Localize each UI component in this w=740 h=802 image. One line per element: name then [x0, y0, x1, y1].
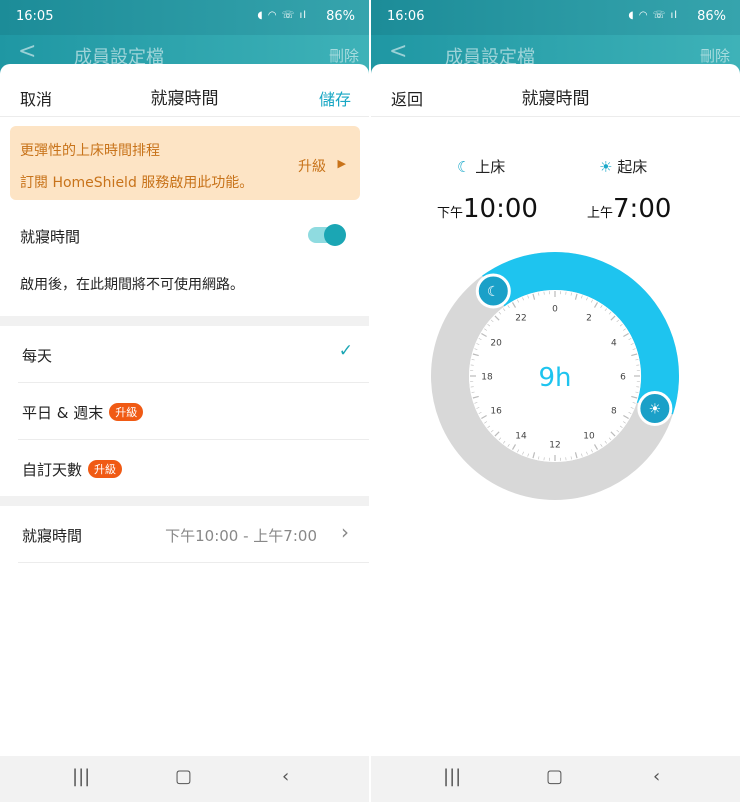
- section-gap: [0, 316, 369, 326]
- upgrade-banner[interactable]: 更彈性的上床時間排程 訂閱 HomeShield 服務啟用此功能。 升級 ▶: [10, 126, 360, 200]
- section-gap: [0, 496, 369, 506]
- wake-time: 上午7:00: [587, 194, 672, 224]
- moon-icon: ☾: [457, 158, 471, 176]
- bedtime-toggle[interactable]: [308, 224, 346, 246]
- status-bar: 16:06 ◖ ◠ ☏ ıl 86%: [371, 0, 740, 35]
- dial-number: 16: [490, 407, 502, 417]
- bed-time: 下午10:00: [437, 194, 538, 224]
- play-arrow-icon: ▶: [337, 157, 346, 170]
- battery-level: 86%: [697, 9, 726, 24]
- recent-apps-button[interactable]: |||: [72, 766, 90, 787]
- home-button[interactable]: ▢: [546, 766, 563, 787]
- bedtime-schedule-row[interactable]: 就寢時間 下午10:00 - 上午7:00 ›: [0, 506, 369, 563]
- option-everyday[interactable]: 每天 ✓: [0, 326, 369, 383]
- dial-number: 20: [490, 339, 502, 349]
- dial-number: 12: [549, 441, 560, 451]
- bedtime-handle[interactable]: ☾: [475, 273, 511, 309]
- dial-number: 0: [552, 305, 558, 315]
- sheet-title: 就寢時間: [521, 89, 590, 109]
- battery-level: 86%: [326, 9, 355, 24]
- right-screen: 16:06 ◖ ◠ ☏ ıl 86% < 成員設定檔 刪除 返回 就寢時間 ☾ …: [371, 0, 740, 802]
- schedule-label: 就寢時間: [22, 527, 83, 545]
- banner-subtitle: 訂閱 HomeShield 服務啟用此功能。: [20, 175, 254, 191]
- dial-number: 18: [481, 373, 493, 383]
- bedtime-description: 啟用後，在此期間將不可使用網路。: [20, 277, 244, 293]
- option-label: 平日 & 週末 升級: [22, 402, 144, 423]
- wake-handle[interactable]: ☀: [637, 390, 673, 426]
- option-custom-days[interactable]: 自訂天數 升級: [0, 440, 369, 497]
- banner-upgrade-label[interactable]: 升級: [298, 156, 326, 176]
- sunrise-icon: ☀: [599, 158, 613, 176]
- option-label: 每天: [22, 347, 53, 365]
- dial-number: 14: [515, 431, 527, 441]
- schedule-value: 下午10:00 - 上午7:00: [165, 527, 317, 545]
- back-button[interactable]: ‹: [653, 766, 660, 787]
- bed-label: ☾ 上床: [457, 158, 506, 176]
- dial-number: 8: [611, 407, 617, 417]
- system-nav-bar: ||| ▢ ‹: [0, 756, 369, 802]
- back-button[interactable]: ‹: [282, 766, 289, 787]
- dial-number: 22: [515, 314, 526, 324]
- sun-icon: ☀: [649, 401, 662, 417]
- bedtime-sheet: 取消 就寢時間 儲存 更彈性的上床時間排程 訂閱 HomeShield 服務啟用…: [0, 64, 369, 756]
- option-label: 自訂天數 升級: [22, 459, 123, 480]
- left-screen: 16:05 ◖ ◠ ☏ ıl 86% < 成員設定檔 刪除 取消 就寢時間 儲存…: [0, 0, 369, 802]
- delete-button[interactable]: 刪除: [700, 45, 730, 66]
- dial-number: 6: [620, 373, 626, 383]
- chevron-right-icon: ›: [341, 520, 349, 544]
- dial-number: 2: [586, 314, 592, 324]
- upgrade-badge: 升級: [88, 460, 123, 478]
- home-button[interactable]: ▢: [175, 766, 192, 787]
- bedtime-toggle-label: 就寢時間: [20, 228, 81, 246]
- recent-apps-button[interactable]: |||: [443, 766, 461, 787]
- status-icons: ◖ ◠ ☏ ıl: [257, 10, 307, 21]
- moon-icon: ☾: [487, 284, 500, 300]
- toggle-knob: [324, 224, 346, 246]
- sheet-header: 返回 就寢時間: [371, 64, 740, 117]
- upgrade-badge: 升級: [109, 403, 144, 421]
- chevron-left-icon[interactable]: <: [389, 39, 407, 64]
- chevron-left-icon[interactable]: <: [18, 39, 36, 64]
- dial-number: 4: [611, 339, 617, 349]
- system-nav-bar: ||| ▢ ‹: [371, 756, 740, 802]
- sheet-title: 就寢時間: [150, 89, 219, 109]
- sheet-header: 取消 就寢時間 儲存: [0, 64, 369, 117]
- sleep-dial[interactable]: 0 2 4 6 8 10 12 14 16 18 20 22 9h ☾ ☀: [431, 252, 679, 500]
- dial-number: 10: [583, 431, 595, 441]
- checkmark-icon: ✓: [338, 341, 353, 361]
- delete-button[interactable]: 刪除: [329, 45, 359, 66]
- status-bar: 16:05 ◖ ◠ ☏ ıl 86%: [0, 0, 369, 35]
- status-time: 16:06: [387, 9, 425, 24]
- save-button[interactable]: 儲存: [319, 86, 351, 110]
- bedtime-dial-sheet: 返回 就寢時間 ☾ 上床 ☀ 起床 下午10:00 上午7:00 0 2 4 6 8 10…: [371, 64, 740, 756]
- status-icons: ◖ ◠ ☏ ıl: [628, 10, 678, 21]
- banner-title: 更彈性的上床時間排程: [20, 143, 160, 159]
- sleep-duration: 9h: [538, 363, 571, 393]
- row-divider: [18, 562, 369, 563]
- wake-label: ☀ 起床: [599, 158, 648, 176]
- option-weekday-weekend[interactable]: 平日 & 週末 升級: [0, 383, 369, 440]
- status-time: 16:05: [16, 9, 54, 24]
